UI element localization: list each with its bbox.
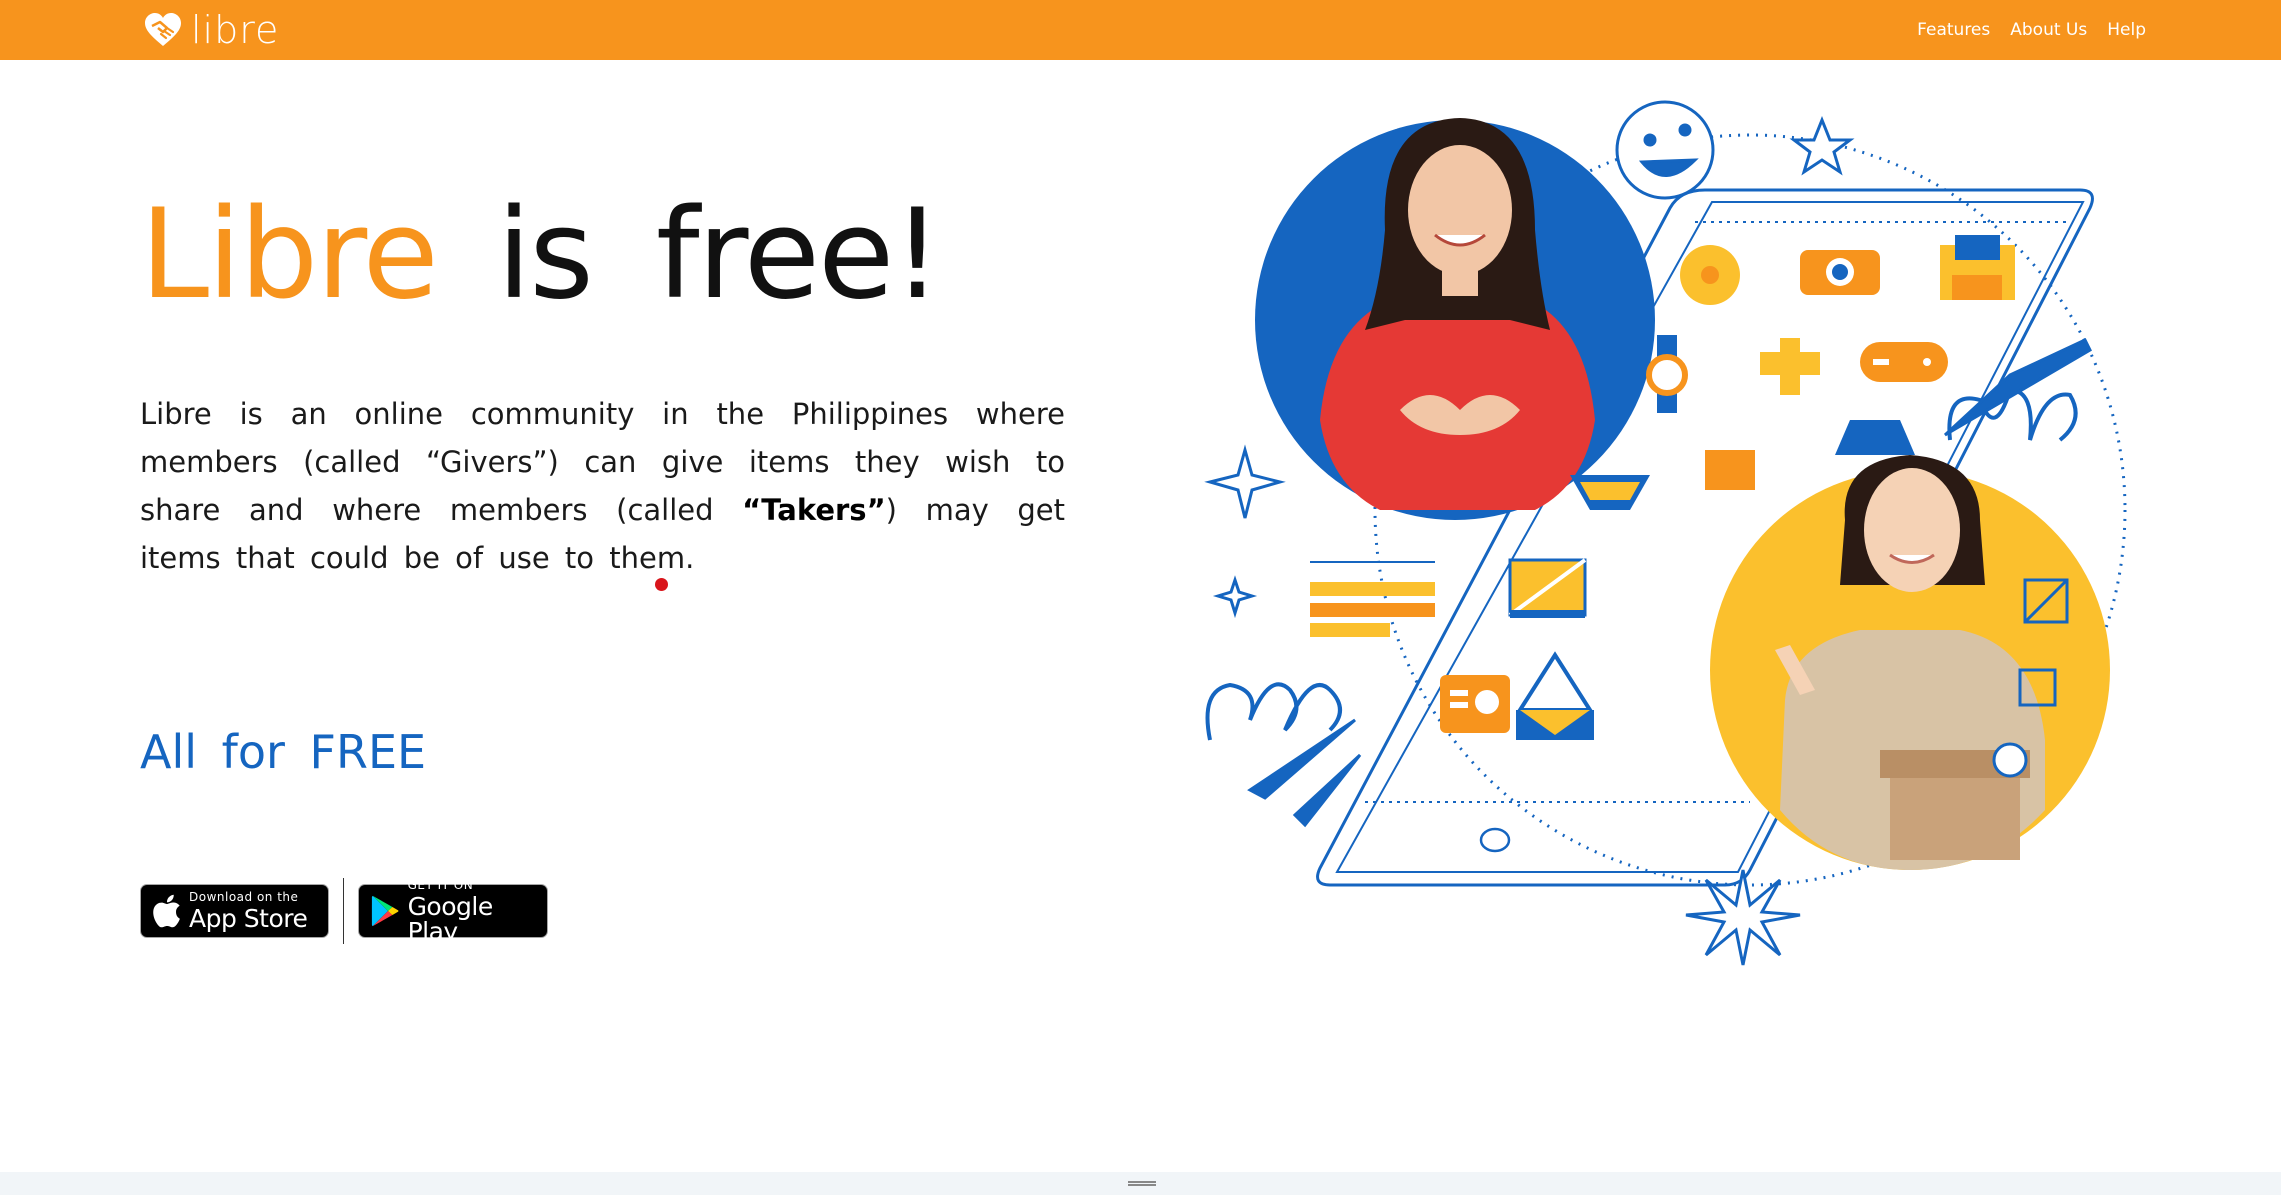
google-play-icon (371, 895, 399, 927)
hero-title-word-free: free! (655, 183, 942, 327)
store-divider (343, 878, 344, 944)
google-play-small-label: GET IT ON (407, 877, 474, 892)
logo-text: libre (191, 8, 280, 52)
nav-link-help[interactable]: Help (2107, 20, 2146, 40)
bottom-resize-bar (0, 1172, 2281, 1195)
google-play-text: GET IT ON Google Play (408, 879, 535, 944)
taker-avatar (1710, 455, 2110, 870)
app-store-small-label: Download on the (189, 890, 299, 904)
app-store-text: Download on the App Store (189, 890, 308, 933)
store-badges: Download on the App Store GET IT ON Goog… (140, 878, 548, 944)
hero-title-word-is: is (496, 183, 594, 327)
app-store-button[interactable]: Download on the App Store (140, 884, 329, 938)
hero-description: Libre is an online community in the Phil… (140, 390, 1065, 582)
description-bold-takers: “Takers” (742, 493, 886, 527)
resize-handle-icon[interactable] (1128, 1181, 1156, 1186)
nav-link-about-us[interactable]: About Us (2010, 20, 2087, 40)
red-dot (655, 578, 668, 591)
tagline: All for FREE (140, 725, 427, 779)
hero-illustration (1204, 100, 2127, 966)
apple-icon (153, 894, 180, 928)
nav-links: Features About Us Help (1917, 0, 2146, 60)
top-navbar: libre Features About Us Help (0, 0, 2281, 60)
hero-title: Libre is free! (140, 180, 942, 330)
heart-handshake-icon (145, 13, 181, 46)
logo[interactable]: libre (143, 8, 279, 52)
google-play-button[interactable]: GET IT ON Google Play (358, 879, 548, 944)
app-store-big-label: App Store (189, 904, 308, 933)
hero-title-brand: Libre (140, 183, 439, 327)
nav-link-features[interactable]: Features (1917, 20, 1990, 40)
google-play-big-label: Google Play (407, 891, 494, 946)
giver-avatar (1255, 118, 1655, 520)
